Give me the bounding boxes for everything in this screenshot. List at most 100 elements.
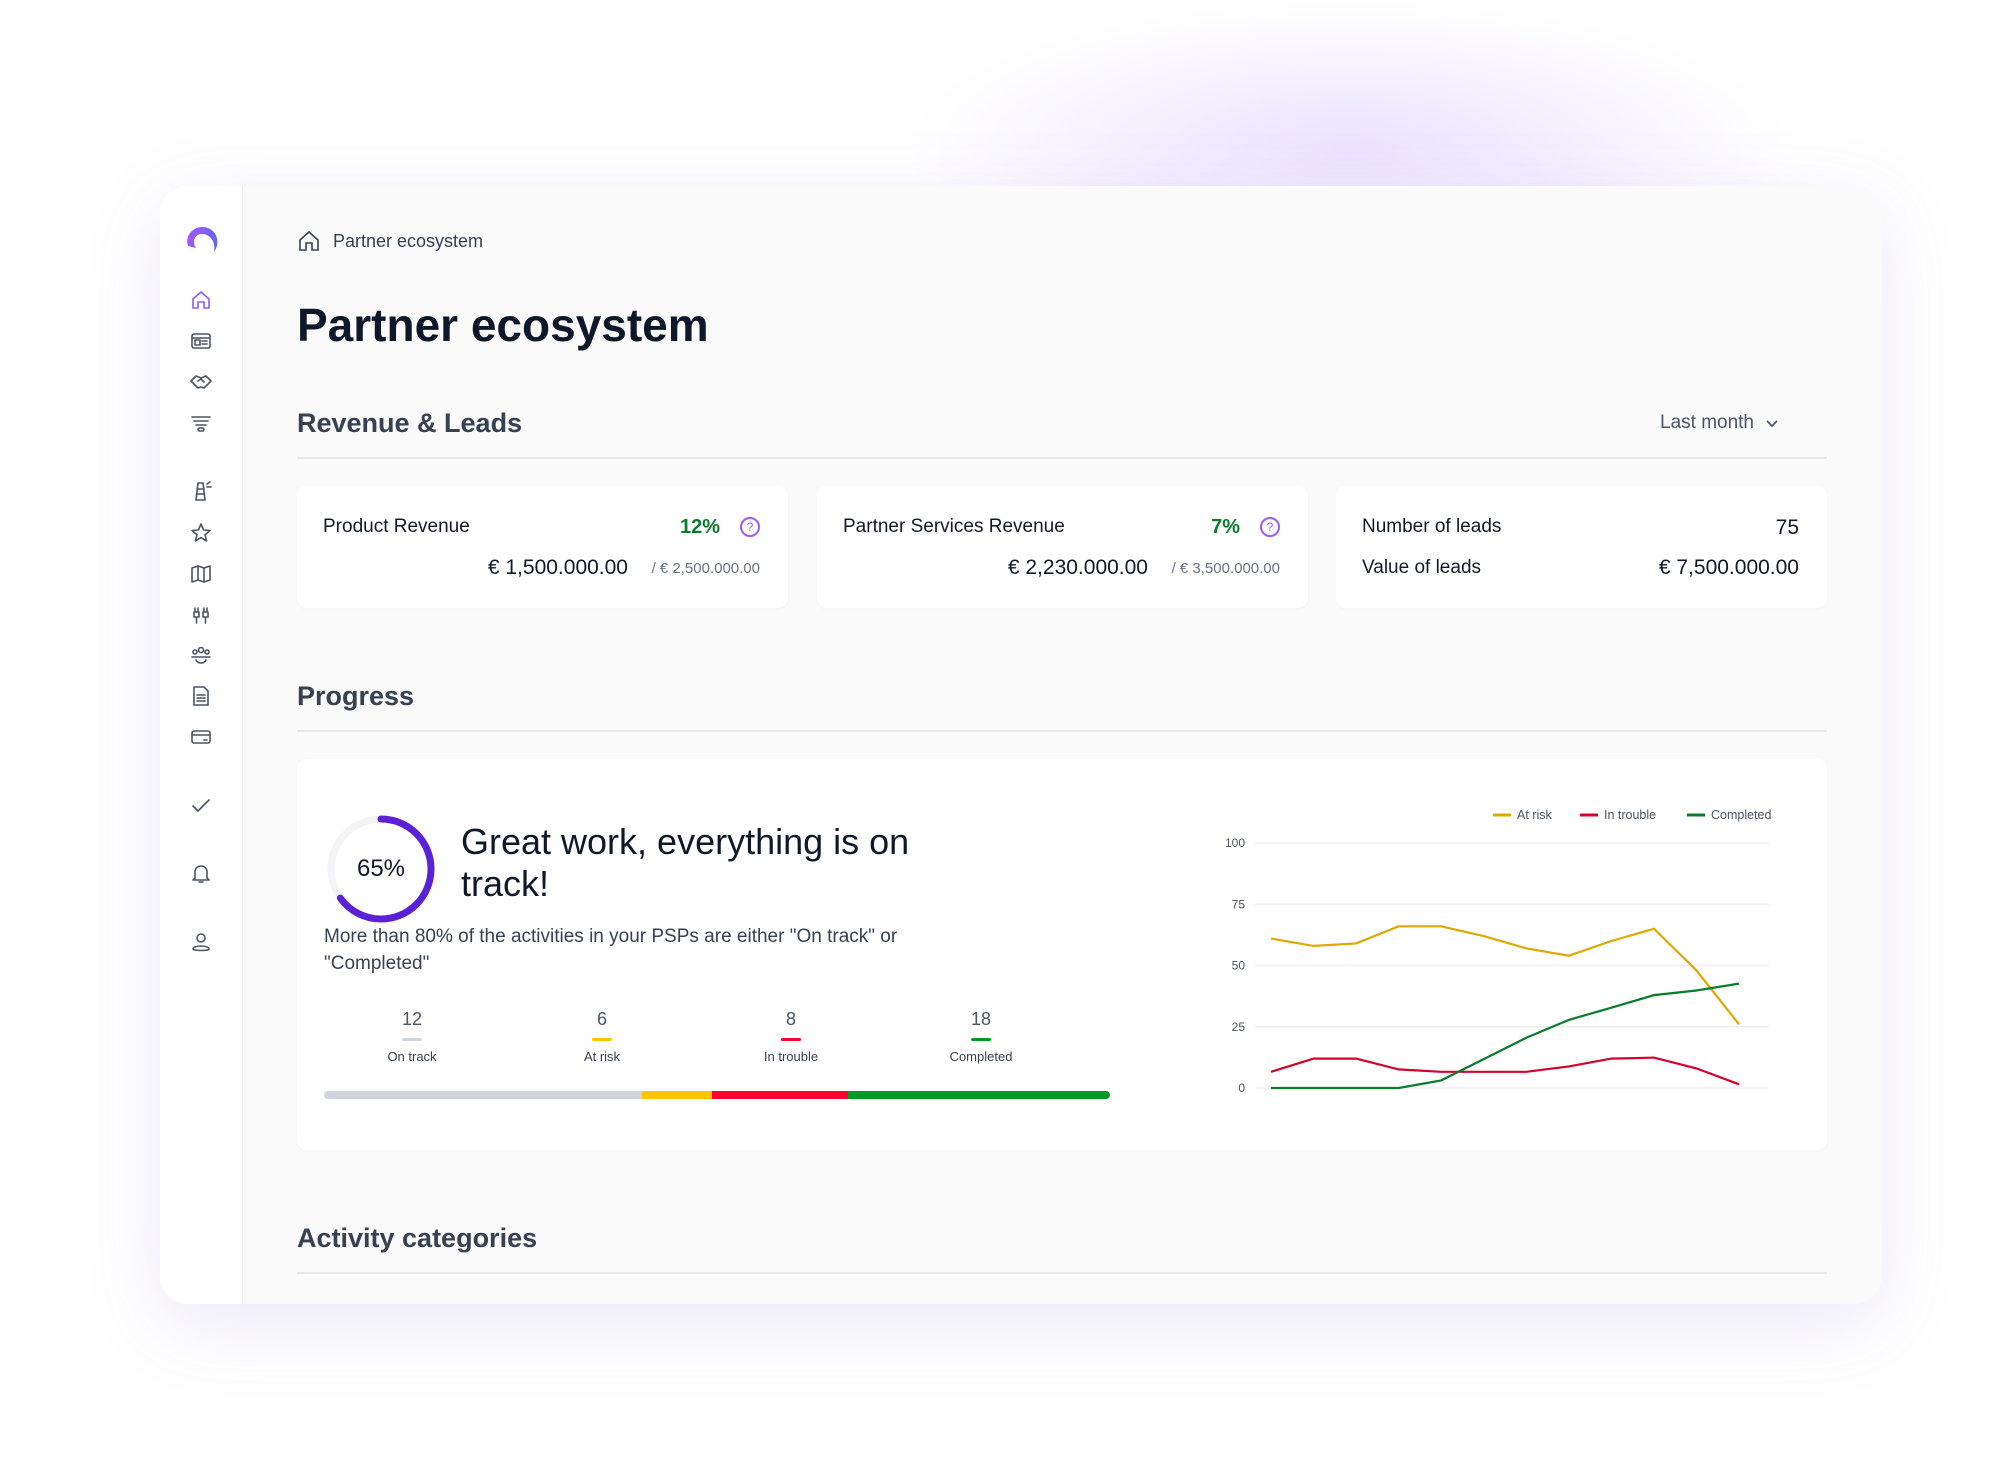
app-window: Partner ecosystem Partner ecosystem Reve… — [160, 186, 1882, 1304]
line-chart: 0 25 50 75 100 jan feb mar apr may jun jul aug sep oct… — [1225, 808, 1772, 1099]
divider — [297, 1272, 1827, 1274]
stat-label: At risk — [583, 1049, 621, 1064]
revenue-target: / € 3,500.000.00 — [1171, 560, 1280, 577]
x-tick-label: oct — [1646, 1098, 1663, 1099]
funnel-icon — [191, 416, 211, 432]
product-revenue-card: Product Revenue 12% ? € 1,500.000.00 / €… — [297, 486, 788, 608]
card-label: Product Revenue — [323, 516, 470, 537]
sidebar-item-user[interactable] — [188, 929, 214, 955]
progress-stacked-bar — [324, 1091, 1110, 1099]
home-icon[interactable] — [297, 229, 321, 253]
revenue-target: / € 2,500.000.00 — [651, 560, 760, 577]
leads-count: 75 — [1775, 516, 1799, 539]
change-percent: 7% — [1211, 516, 1240, 538]
page-title: Partner ecosystem — [297, 299, 709, 351]
help-icon[interactable]: ? — [740, 517, 760, 537]
check-icon — [192, 799, 210, 812]
user-icon — [192, 933, 210, 952]
sidebar-item-home[interactable] — [188, 287, 214, 313]
sidebar-item-lighthouse[interactable] — [188, 478, 214, 504]
plugs-icon — [193, 607, 209, 624]
change-percent: 12% — [679, 516, 720, 538]
divider — [297, 457, 1827, 459]
y-tick-label: 50 — [1232, 959, 1246, 973]
x-tick-label: aug — [1559, 1098, 1579, 1099]
stat-completed: 18 Completed — [901, 1009, 1061, 1064]
stat-color-marker — [402, 1038, 422, 1041]
sidebar-item-team[interactable] — [188, 642, 214, 668]
x-tick-label: may — [1430, 1098, 1453, 1099]
partner-services-revenue-card: Partner Services Revenue 7% ? € 2,230.00… — [817, 486, 1308, 608]
stat-color-marker — [592, 1038, 612, 1041]
bell-icon — [192, 865, 210, 883]
sidebar-item-funnel[interactable] — [188, 410, 214, 436]
stat-label: On track — [387, 1049, 437, 1064]
section-heading-revenue: Revenue & Leads — [297, 408, 523, 438]
stat-value: 6 — [596, 1009, 607, 1029]
sidebar-item-plugs[interactable] — [188, 602, 214, 628]
app-logo — [187, 226, 218, 252]
leads-value: € 7,500.000.00 — [1658, 556, 1799, 579]
series-line-at-risk — [1270, 925, 1740, 1025]
sidebar-item-newspaper[interactable] — [188, 328, 214, 354]
stat-at-risk: 6 At risk — [522, 1009, 682, 1064]
leads-count-label: Number of leads — [1362, 516, 1502, 537]
breadcrumb: Partner ecosystem — [297, 229, 483, 253]
bar-segment-on-track — [324, 1091, 643, 1099]
leads-card: Number of leads 75 Value of leads € 7,50… — [1336, 486, 1827, 608]
sidebar — [160, 186, 243, 1304]
document-icon — [193, 686, 209, 706]
x-tick-label: feb — [1305, 1098, 1322, 1099]
revenue-amount: € 1,500.000.00 — [487, 556, 628, 579]
progress-headline: Great work, everything is on track! — [461, 821, 910, 904]
y-tick-label: 100 — [1225, 836, 1245, 850]
stat-on-track: 12 On track — [332, 1009, 492, 1064]
series-line-in-trouble — [1270, 1056, 1740, 1086]
x-tick-label: sep — [1602, 1098, 1622, 1099]
legend-label: In trouble — [1604, 808, 1656, 822]
stat-value: 18 — [970, 1009, 992, 1029]
y-tick-label: 25 — [1232, 1020, 1246, 1034]
newspaper-icon — [191, 333, 211, 349]
y-tick-label: 0 — [1238, 1081, 1245, 1095]
sidebar-item-map[interactable] — [188, 561, 214, 587]
help-icon[interactable]: ? — [1260, 517, 1280, 537]
x-tick-label: mar — [1346, 1098, 1367, 1099]
revenue-amount: € 2,230.000.00 — [1007, 556, 1148, 579]
x-tick-label: jul — [1519, 1098, 1532, 1099]
sidebar-item-bell[interactable] — [188, 860, 214, 886]
period-dropdown[interactable]: Last month — [1660, 412, 1780, 434]
star-icon — [191, 523, 211, 542]
bar-segment-in-trouble — [711, 1091, 849, 1099]
section-heading-activity: Activity categories — [297, 1223, 538, 1253]
x-tick-label: jan — [1262, 1098, 1279, 1099]
leads-value-label: Value of leads — [1362, 557, 1482, 578]
sidebar-item-credit-card[interactable] — [188, 724, 214, 750]
sidebar-item-document[interactable] — [188, 683, 214, 709]
stat-color-marker — [971, 1038, 991, 1041]
stat-color-marker — [781, 1038, 801, 1041]
x-tick-label: apr — [1390, 1098, 1407, 1099]
progress-description: More than 80% of the activities in your … — [324, 926, 898, 974]
bar-segment-at-risk — [642, 1091, 712, 1099]
sidebar-item-handshake[interactable] — [188, 369, 214, 395]
home-icon — [192, 291, 210, 309]
team-icon — [191, 646, 211, 664]
credit-card-icon — [191, 730, 211, 744]
sidebar-item-star[interactable] — [188, 520, 214, 546]
bar-segment-completed — [848, 1091, 1110, 1099]
map-icon — [191, 565, 211, 583]
x-tick-label: jun — [1475, 1098, 1492, 1099]
progress-percent: 65% — [356, 855, 406, 882]
progress-card: 65% Great work, everything is on track! … — [297, 759, 1827, 1150]
stat-in-trouble: 8 In trouble — [711, 1009, 871, 1064]
card-label: Partner Services Revenue — [843, 516, 1065, 537]
breadcrumb-item[interactable]: Partner ecosystem — [333, 231, 483, 252]
handshake-icon — [190, 375, 212, 389]
legend-label: At risk — [1517, 808, 1552, 822]
stat-value: 12 — [401, 1009, 423, 1029]
sidebar-item-check[interactable] — [188, 792, 214, 818]
period-value: Last month — [1660, 412, 1754, 433]
y-tick-label: 75 — [1232, 897, 1246, 911]
x-tick-label: dec — [1729, 1098, 1748, 1099]
